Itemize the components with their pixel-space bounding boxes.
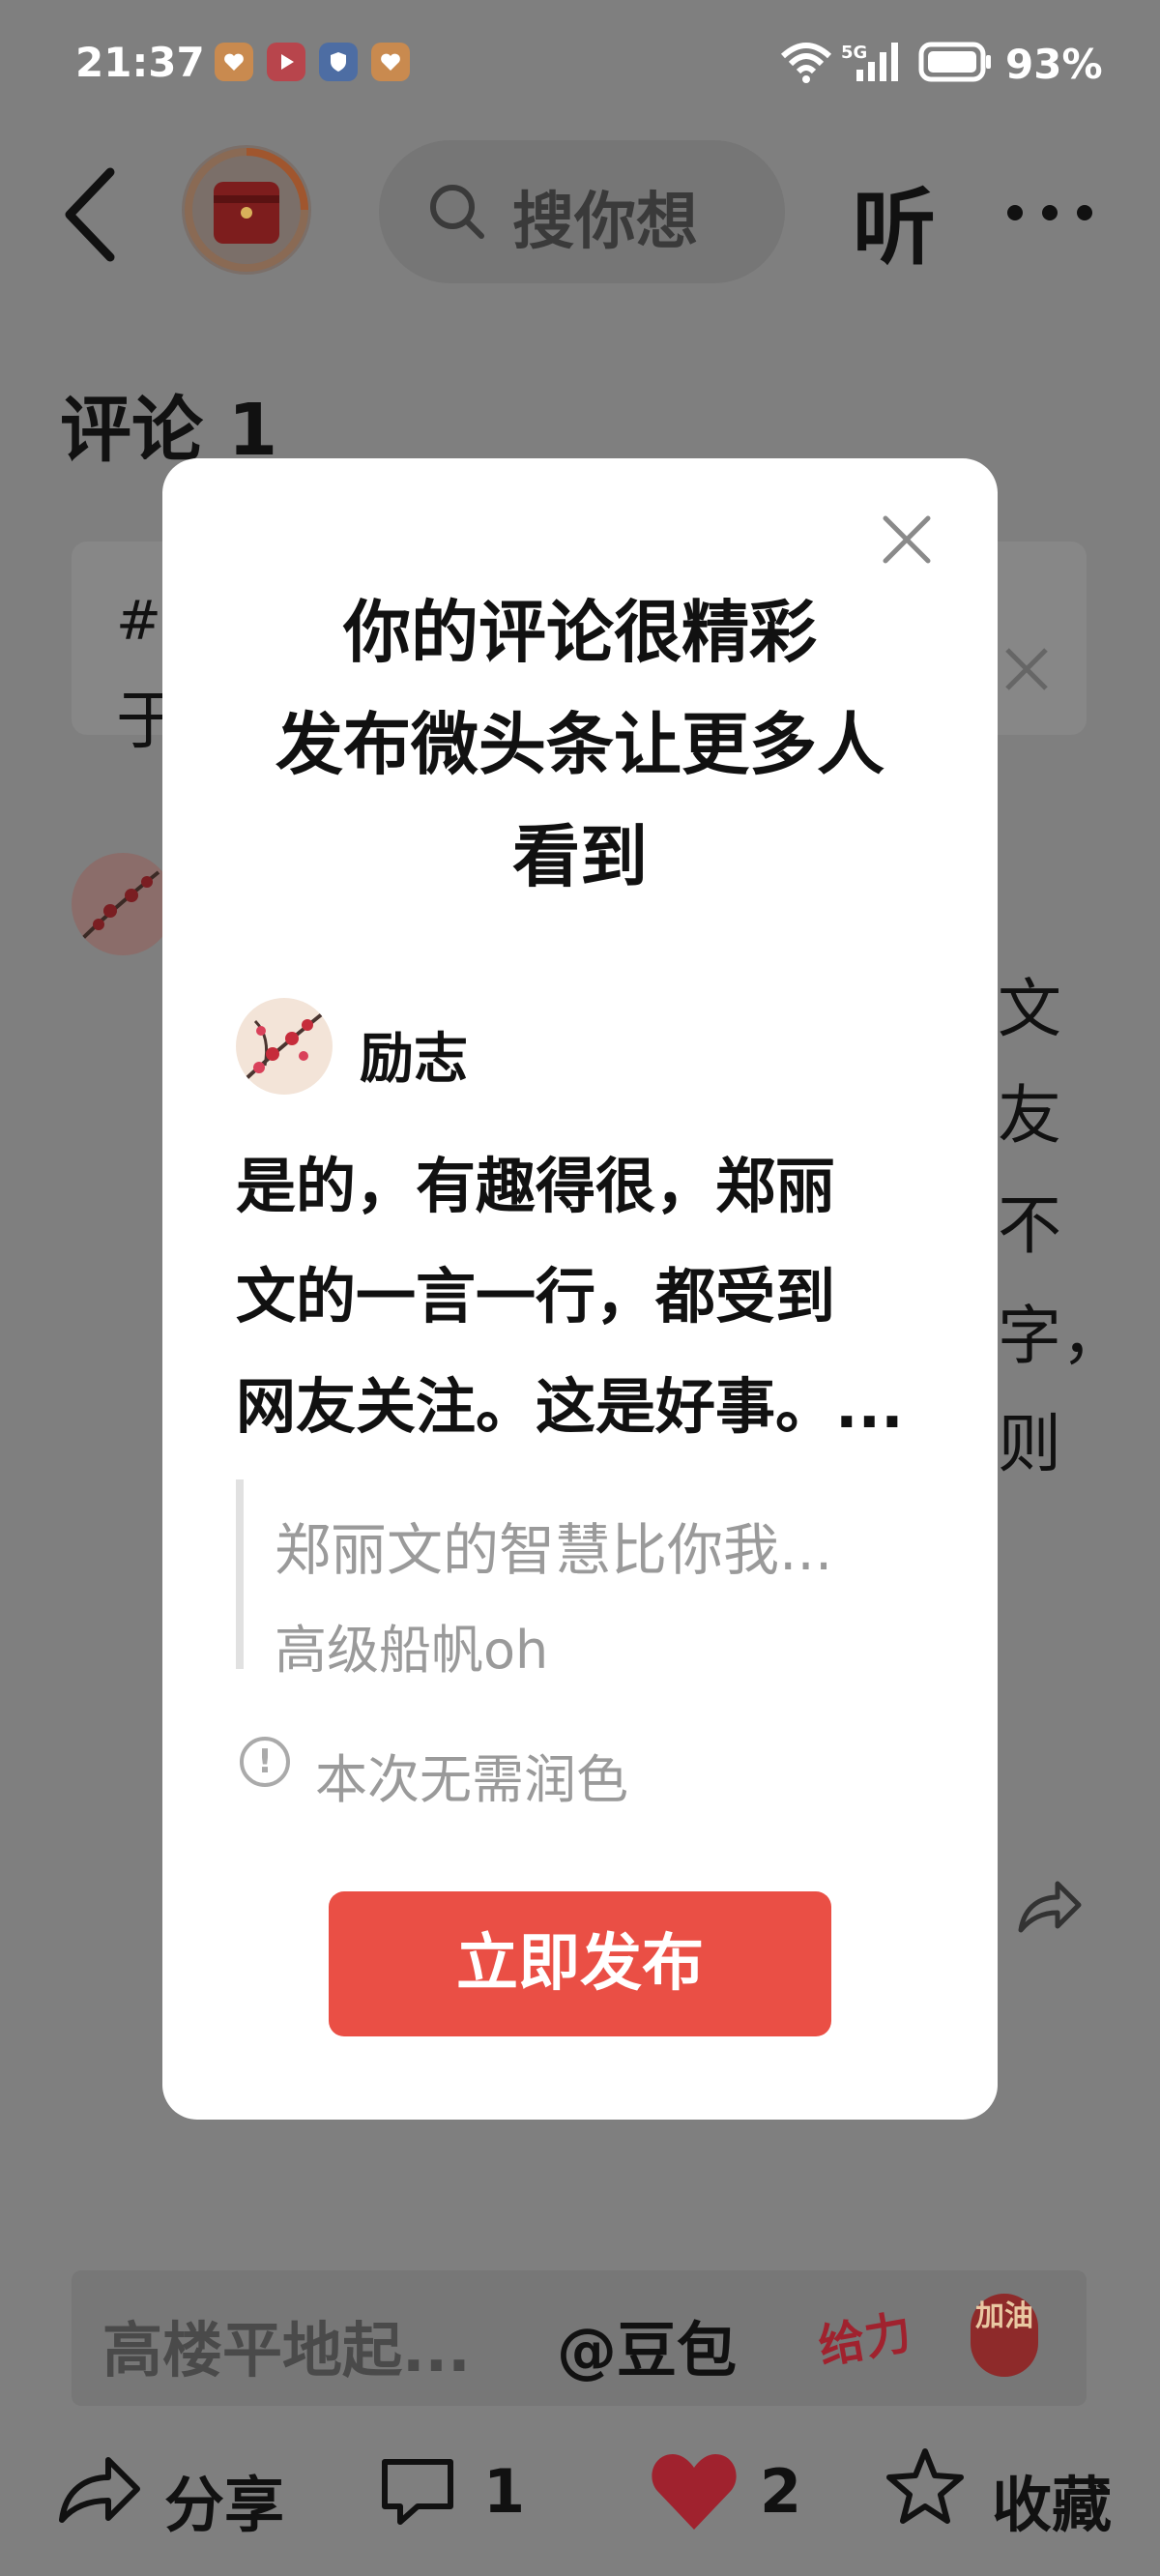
comment-text-line: 网友关注。这是好事。...: [236, 1371, 904, 1442]
quoted-author: 高级船帆oh: [275, 1620, 549, 1681]
dialog-title-line: 你的评论很精彩: [343, 593, 817, 672]
battery-icon: [918, 42, 991, 82]
dialog-title-line: 发布微头条让更多人: [276, 705, 884, 784]
share-icon[interactable]: [56, 2452, 143, 2528]
sticker-jiayou[interactable]: 加油: [971, 2294, 1038, 2377]
share-label[interactable]: 分享: [164, 2456, 284, 2543]
author-avatar: [236, 998, 333, 1095]
commenter-avatar[interactable]: [72, 853, 174, 955]
bg-text-char: 字，: [998, 1299, 1125, 1373]
favorite-label[interactable]: 收藏: [992, 2456, 1112, 2543]
search-icon: [430, 185, 484, 239]
channel-avatar[interactable]: [182, 145, 311, 275]
bg-text-char: 文: [998, 972, 1061, 1046]
banner-close-icon[interactable]: [1001, 644, 1052, 694]
polish-note: 本次无需润色: [315, 1749, 628, 1810]
mention-doubao-button[interactable]: @豆包: [557, 2301, 737, 2388]
more-icon[interactable]: [1005, 203, 1094, 222]
like-heart-icon[interactable]: [650, 2448, 739, 2533]
share-icon[interactable]: [1015, 1876, 1085, 1938]
status-time: 21:37: [75, 39, 205, 86]
author-name: 励志: [360, 1028, 468, 1091]
quoted-text: 郑丽文的智慧比你我...: [275, 1517, 833, 1583]
dialog-title-line: 看到: [512, 817, 648, 896]
bg-text-char: 则: [998, 1407, 1061, 1481]
heart-app-icon: [215, 43, 253, 81]
video-app-icon: [267, 43, 305, 81]
heart-app-icon-2: [371, 43, 410, 81]
wifi-icon: [780, 43, 832, 83]
publish-now-button[interactable]: 立即发布: [329, 1891, 831, 2036]
status-bar: 21:37 5G 93%: [0, 0, 1160, 116]
quote-divider: [236, 1479, 244, 1669]
comment-input-placeholder: 高楼平地起...: [102, 2315, 471, 2386]
bg-text-char: 友: [998, 1078, 1061, 1153]
favorite-star-icon[interactable]: [885, 2446, 965, 2526]
like-count: 2: [760, 2456, 802, 2527]
back-arrow-icon[interactable]: [62, 166, 120, 263]
signal-icon: [856, 43, 898, 81]
comment-icon[interactable]: [379, 2456, 456, 2528]
comment-text-line: 文的一言一行，都受到: [236, 1261, 836, 1332]
dialog-close-icon[interactable]: [880, 512, 934, 567]
comment-count: 1: [483, 2456, 526, 2527]
comment-text-line: 是的，有趣得很，郑丽: [236, 1151, 836, 1221]
search-placeholder: 搜你想: [512, 187, 698, 258]
topic-icon: #: [116, 590, 161, 653]
listen-button[interactable]: 听: [853, 160, 936, 280]
security-app-icon: [319, 43, 358, 81]
battery-level: 93%: [1005, 41, 1103, 88]
bg-text-char: 不: [998, 1188, 1061, 1263]
info-icon: !: [240, 1737, 290, 1787]
